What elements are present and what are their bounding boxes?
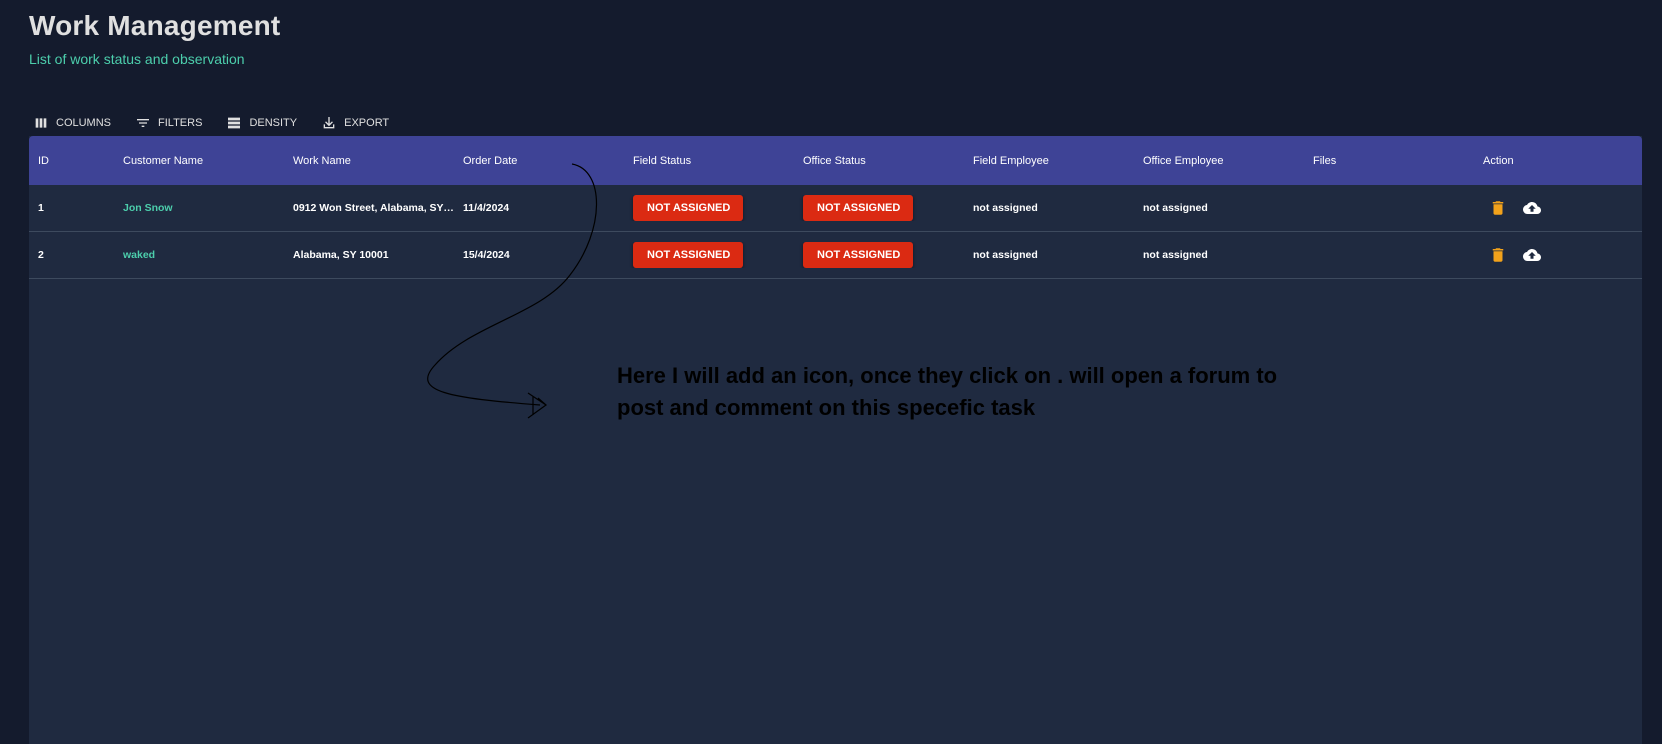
cell-office-status: NOT ASSIGNED [794, 242, 964, 268]
annotation-note: Here I will add an icon, once they click… [617, 360, 1337, 424]
trash-icon[interactable] [1489, 246, 1507, 264]
columns-label: COLUMNS [56, 117, 112, 129]
filters-label: FILTERS [158, 117, 203, 129]
filter-icon [137, 119, 150, 127]
cell-office-status: NOT ASSIGNED [794, 195, 964, 221]
columns-icon [35, 118, 47, 128]
cell-office-employee: not assigned [1143, 249, 1208, 261]
header-files[interactable]: Files [1304, 155, 1474, 167]
data-grid: ID Customer Name Work Name Order Date Fi… [29, 136, 1642, 744]
cell-work-name: 0912 Won Street, Alabama, SY 1… [293, 202, 454, 214]
density-label: DENSITY [249, 117, 298, 129]
header-work-name[interactable]: Work Name [284, 155, 454, 167]
cell-action [1474, 199, 1642, 217]
cell-order-date: 11/4/2024 [463, 202, 510, 214]
cell-field-employee: not assigned [973, 249, 1038, 261]
cell-customer-name: waked [123, 249, 156, 261]
page-subtitle: List of work status and observation [29, 51, 245, 67]
header-field-employee[interactable]: Field Employee [964, 155, 1134, 167]
status-badge[interactable]: NOT ASSIGNED [633, 195, 743, 221]
table-row[interactable]: 2 waked Alabama, SY 10001 15/4/2024 NOT … [29, 232, 1642, 279]
grid-toolbar: COLUMNS FILTERS DENSITY EXPORT [29, 112, 393, 134]
page-title: Work Management [29, 10, 281, 41]
export-button[interactable]: EXPORT [317, 115, 393, 131]
density-icon [228, 117, 241, 129]
cloud-upload-icon[interactable] [1523, 246, 1541, 264]
trash-icon[interactable] [1489, 199, 1507, 217]
export-label: EXPORT [344, 117, 390, 129]
cloud-upload-icon[interactable] [1523, 199, 1541, 217]
header-order-date[interactable]: Order Date [454, 155, 624, 167]
header-customer-name[interactable]: Customer Name [114, 155, 284, 167]
density-button[interactable]: DENSITY [222, 115, 301, 131]
header-office-employee[interactable]: Office Employee [1134, 155, 1304, 167]
cell-id: 2 [38, 249, 44, 261]
header-id[interactable]: ID [29, 155, 114, 167]
cell-action [1474, 246, 1642, 264]
download-icon [323, 117, 335, 129]
status-badge[interactable]: NOT ASSIGNED [803, 195, 913, 221]
filters-button[interactable]: FILTERS [131, 115, 206, 131]
cell-office-employee: not assigned [1143, 202, 1208, 214]
status-badge[interactable]: NOT ASSIGNED [633, 242, 743, 268]
annotation-line-1: Here I will add an icon, once they click… [617, 363, 1278, 388]
cell-id: 1 [38, 202, 44, 214]
header-action[interactable]: Action [1474, 155, 1642, 167]
grid-header: ID Customer Name Work Name Order Date Fi… [29, 136, 1642, 185]
cell-field-employee: not assigned [973, 202, 1038, 214]
annotation-line-2: post and comment on this specefic task [617, 395, 1036, 420]
cell-work-name: Alabama, SY 10001 [293, 249, 389, 261]
header-office-status[interactable]: Office Status [794, 155, 964, 167]
cell-order-date: 15/4/2024 [463, 249, 510, 261]
cell-field-status: NOT ASSIGNED [624, 242, 794, 268]
status-badge[interactable]: NOT ASSIGNED [803, 242, 913, 268]
cell-customer-name: Jon Snow [123, 202, 173, 214]
cell-field-status: NOT ASSIGNED [624, 195, 794, 221]
header-field-status[interactable]: Field Status [624, 155, 794, 167]
columns-button[interactable]: COLUMNS [29, 115, 115, 131]
table-row[interactable]: 1 Jon Snow 0912 Won Street, Alabama, SY … [29, 185, 1642, 232]
